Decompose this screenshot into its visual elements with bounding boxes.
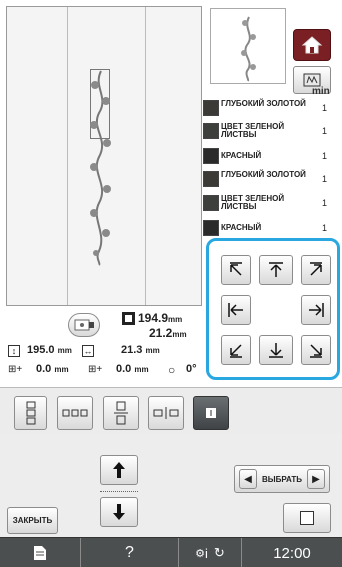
color-row: ГЛУБОКИЙ ЗОЛОТОЙ 1 (203, 169, 333, 189)
select-next-button[interactable]: ▶ (306, 469, 325, 489)
horizontal-split-icon (153, 407, 179, 419)
move-up-left-button[interactable] (221, 255, 251, 285)
select-label: ВЫБРАТЬ (261, 474, 302, 484)
thread-color-swatch (203, 100, 219, 116)
checkbox-button[interactable] (283, 503, 331, 533)
size-icon (122, 312, 135, 325)
move-down-right-button[interactable] (301, 335, 331, 365)
status-bar: ? ⚙ i ↻ 12:00 (0, 537, 342, 567)
help-button[interactable]: ? (81, 538, 178, 567)
offset-x-icon: ⊞+ (8, 364, 23, 375)
move-left-button[interactable] (221, 295, 251, 325)
info-letter: i (205, 545, 208, 561)
thread-color-swatch (203, 195, 219, 211)
thread-color-count: 1 (321, 223, 327, 233)
frame-icon (74, 319, 94, 331)
arrow-right-icon (309, 303, 324, 317)
select-control: ◀ ВЫБРАТЬ ▶ (234, 465, 330, 493)
vertical-layout-icon (26, 401, 35, 425)
minutes-label: min (312, 86, 330, 97)
move-up-right-button[interactable] (301, 255, 331, 285)
layout-horizontal-button[interactable] (57, 396, 93, 430)
page-button[interactable] (0, 538, 80, 567)
arrow-left-icon (228, 303, 243, 317)
rotation-icon: ○ (168, 363, 176, 377)
arrow-up-left-icon (230, 262, 242, 276)
arrow-up-icon (269, 262, 283, 277)
guide-line (67, 7, 68, 305)
triangle-left-icon: ◀ (244, 473, 252, 485)
thread-color-name: ЦВЕТ ЗЕЛЕНОЙ ЛИСТВЫ (221, 122, 285, 139)
increase-spacing-button[interactable] (100, 455, 138, 485)
color-row: ЦВЕТ ЗЕЛЕНОЙ ЛИСТВЫ 1 (203, 121, 333, 141)
move-arrow-panel (206, 238, 340, 380)
thread-color-count: 1 (321, 103, 327, 113)
layout-vertical-button[interactable] (14, 396, 47, 430)
arrow-up-icon (113, 462, 125, 478)
layout-horizontal-split-button[interactable] (148, 396, 184, 430)
machine-icon: ⚙ (195, 547, 206, 560)
mini-preview (210, 8, 286, 84)
thread-color-name: ГЛУБОКИЙ ЗОЛОТОЙ (221, 99, 306, 108)
width-icon: ↔ (82, 345, 94, 357)
layout-vertical-split-button[interactable] (103, 396, 139, 430)
total-width: 21.3 mm (121, 344, 160, 356)
spacing-divider (100, 491, 138, 492)
offset-y-value: 0.0 mm (116, 363, 149, 375)
embroidery-preview[interactable] (6, 6, 202, 306)
design-width: 21.2mm (149, 326, 187, 340)
move-up-button[interactable] (259, 255, 293, 285)
thread-color-swatch (203, 220, 219, 236)
move-down-button[interactable] (259, 335, 293, 365)
thread-color-count: 1 (321, 126, 327, 136)
color-row: ЦВЕТ ЗЕЛЕНОЙ ЛИСТВЫ 1 (203, 193, 333, 213)
horizontal-layout-icon (62, 409, 88, 417)
vertical-split-icon (114, 401, 128, 425)
single-layout-icon (206, 408, 216, 418)
arrow-up-right-icon (310, 262, 322, 276)
thread-color-count: 1 (321, 174, 327, 184)
close-button[interactable]: ЗАКРЫТЬ (7, 507, 58, 534)
triangle-right-icon: ▶ (312, 473, 320, 485)
home-icon (301, 36, 323, 54)
thread-color-count: 1 (321, 198, 327, 208)
arrow-down-right-icon (310, 344, 322, 358)
guide-line (145, 7, 146, 305)
offset-y-icon: ⊞+ (88, 364, 103, 375)
thread-color-name: ЦВЕТ ЗЕЛЕНОЙ ЛИСТВЫ (221, 194, 285, 211)
clock: 12:00 (273, 544, 311, 562)
color-row: ГЛУБОКИЙ ЗОЛОТОЙ 1 (203, 98, 333, 118)
design-height: 194.9mm (138, 311, 183, 325)
thread-color-swatch (203, 123, 219, 139)
empty-checkbox-icon (300, 511, 314, 525)
thread-color-swatch (203, 171, 219, 187)
arrow-down-icon (269, 343, 283, 358)
info-button[interactable]: ⚙ i ↻ (179, 538, 241, 567)
thread-color-name: ГЛУБОКИЙ ЗОЛОТОЙ (221, 170, 306, 179)
select-prev-button[interactable]: ◀ (239, 469, 257, 489)
vine-thumbnail-image (241, 16, 256, 82)
thread-color-name: КРАСНЫЙ (221, 223, 262, 232)
color-row: КРАСНЫЙ 1 (203, 218, 333, 238)
move-right-button[interactable] (301, 295, 331, 325)
thread-color-count: 1 (321, 151, 327, 161)
thread-color-swatch (203, 148, 219, 164)
height-icon: ↕ (8, 345, 20, 357)
color-row: КРАСНЫЙ 1 (203, 146, 333, 166)
vine-design-image (90, 70, 111, 266)
total-height: 195.0 mm (27, 344, 72, 356)
rotation-angle: 0° (186, 363, 197, 375)
sync-icon: ↻ (213, 545, 225, 560)
move-down-left-button[interactable] (221, 335, 251, 365)
offset-x-value: 0.0 mm (36, 363, 69, 375)
arrow-down-left-icon (230, 344, 242, 358)
decrease-spacing-button[interactable] (100, 497, 138, 527)
page-icon (34, 546, 46, 560)
frame-indicator (68, 313, 100, 337)
thread-color-name: КРАСНЫЙ (221, 151, 262, 160)
layout-single-button[interactable] (193, 396, 229, 430)
arrow-down-icon (113, 504, 125, 520)
home-button[interactable] (293, 29, 331, 61)
